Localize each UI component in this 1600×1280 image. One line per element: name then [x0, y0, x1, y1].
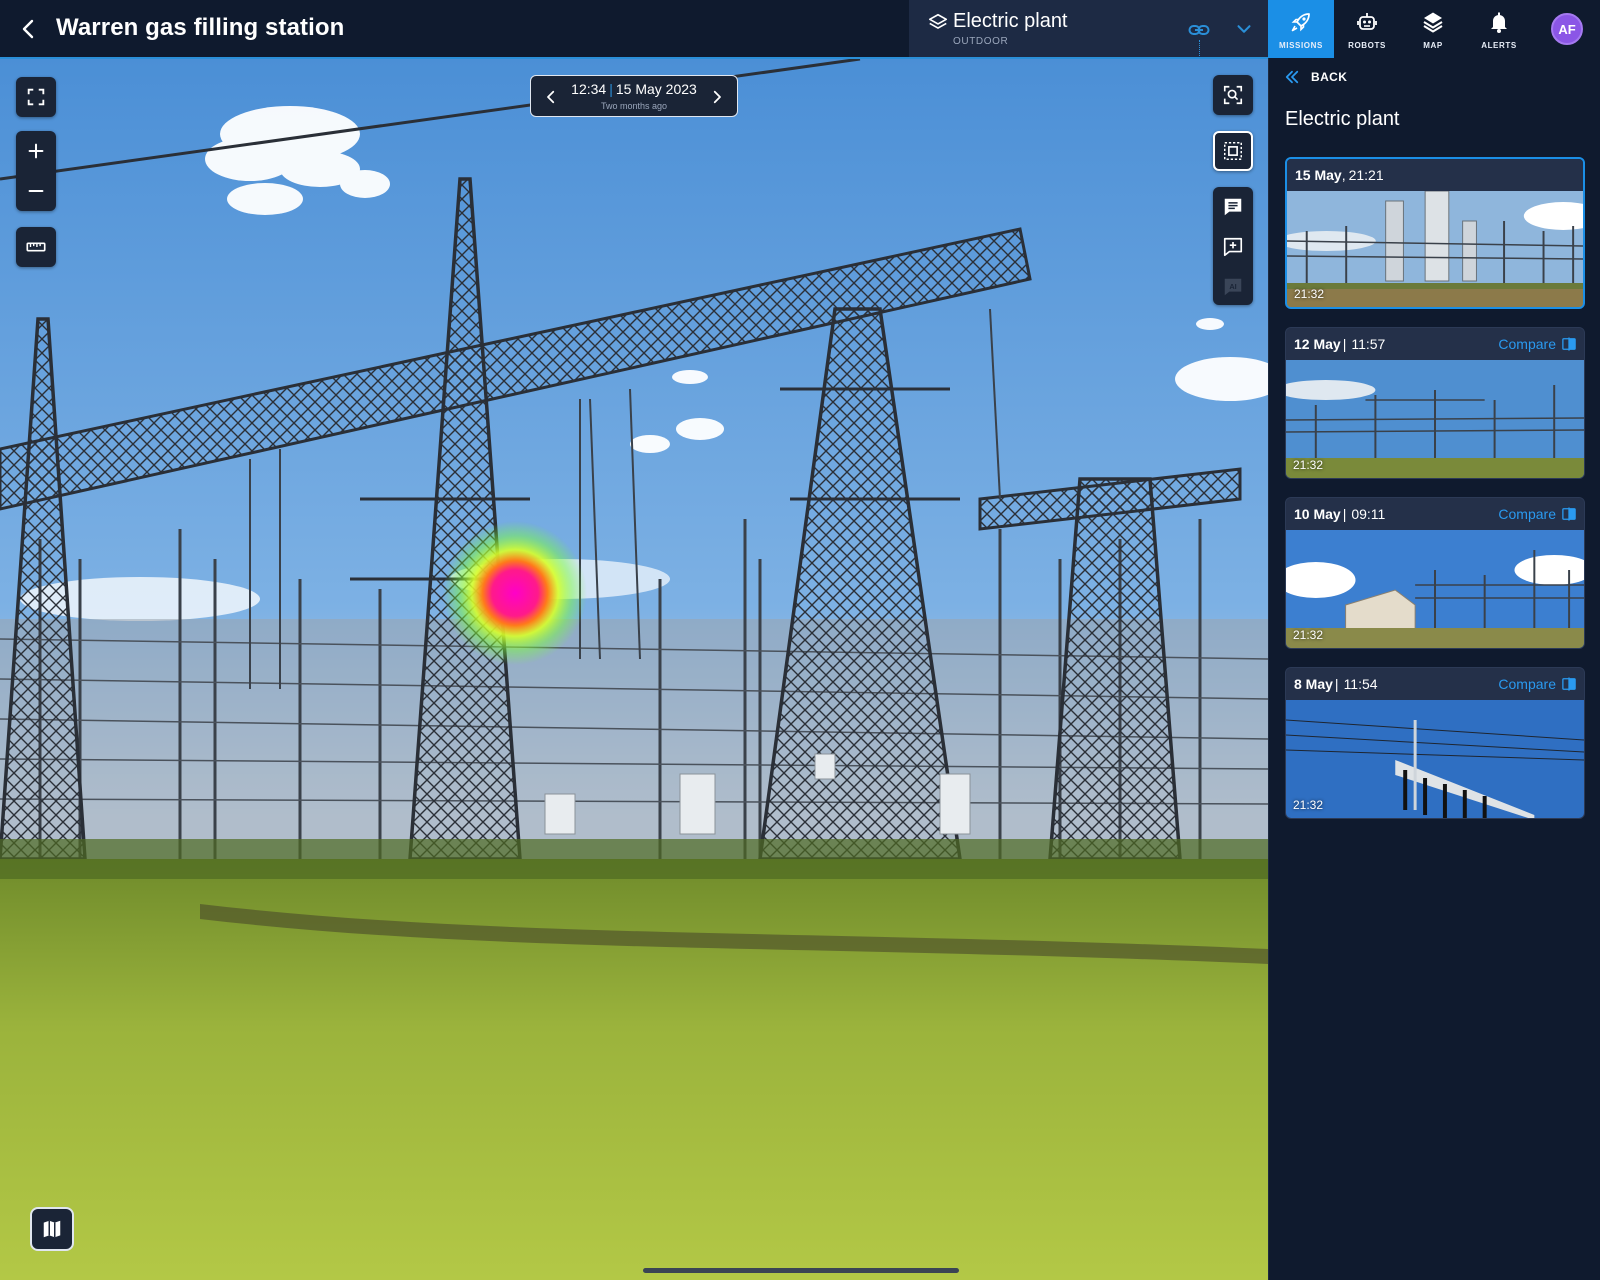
- nav-label: ALERTS: [1481, 41, 1517, 50]
- fullscreen-icon: [27, 88, 45, 106]
- ruler-icon: [26, 242, 46, 252]
- chevron-right-icon: [713, 90, 721, 104]
- card-header: 15 May, 21:21: [1287, 159, 1583, 191]
- focus-search-button[interactable]: [1213, 75, 1253, 115]
- layers-icon: [1423, 12, 1443, 33]
- zoom-controls: [16, 131, 56, 211]
- ai-analysis-button[interactable]: AI: [1213, 267, 1253, 307]
- frame-select-button[interactable]: [1213, 131, 1253, 171]
- panel-title: Electric plant: [1285, 108, 1400, 130]
- nav-label: ROBOTS: [1348, 41, 1386, 50]
- inspection-image[interactable]: [0, 59, 1268, 1280]
- back-button[interactable]: [14, 14, 44, 44]
- card-time: 21:21: [1348, 167, 1384, 183]
- time-separator: |: [609, 81, 613, 97]
- chevron-left-icon: [22, 19, 34, 39]
- frame-select-icon: [1224, 142, 1242, 160]
- ai-icon: AI: [1224, 278, 1242, 296]
- panel-back-label: BACK: [1311, 70, 1348, 84]
- capture-thumbnail: [1287, 191, 1583, 307]
- nav-label: MISSIONS: [1279, 41, 1323, 50]
- zoom-in-button[interactable]: [16, 131, 56, 171]
- layer-selector[interactable]: Electric plant OUTDOOR: [909, 0, 1268, 57]
- zoom-out-icon: [28, 189, 44, 193]
- nav-alerts[interactable]: ALERTS: [1466, 0, 1532, 58]
- card-header: 10 May | 09:11 Compare: [1286, 498, 1584, 530]
- capture-card[interactable]: 12 May | 11:57 Compare 21:32: [1285, 327, 1585, 479]
- compare-label: Compare: [1498, 506, 1556, 522]
- next-capture-button[interactable]: [705, 85, 729, 109]
- top-bar: Warren gas filling station Electric plan…: [0, 0, 1600, 59]
- nav-map[interactable]: MAP: [1400, 0, 1466, 58]
- card-time: 09:11: [1351, 506, 1386, 522]
- compare-button[interactable]: Compare: [1498, 336, 1576, 352]
- capture-date: 15 May 2023: [615, 81, 697, 97]
- double-chevron-left-icon: [1285, 70, 1299, 84]
- layer-type: OUTDOOR: [953, 36, 1009, 47]
- card-date: 15 May: [1295, 167, 1342, 183]
- bell-icon: [1491, 12, 1507, 33]
- minimap-button[interactable]: [30, 1207, 74, 1251]
- time-navigator: 12:34 | 15 May 2023 Two months ago: [530, 75, 738, 117]
- capture-card[interactable]: 10 May | 09:11 Compare 21:32: [1285, 497, 1585, 649]
- card-date: 12 May: [1294, 336, 1341, 352]
- history-panel: BACK Electric plant 15 May, 21:21 21:32 1…: [1268, 58, 1600, 1280]
- compare-icon: [1562, 507, 1576, 521]
- capture-card[interactable]: 15 May, 21:21 21:32: [1285, 157, 1585, 309]
- comments-list-icon: [1224, 198, 1242, 216]
- compare-label: Compare: [1498, 676, 1556, 692]
- nav-robots[interactable]: ROBOTS: [1334, 0, 1400, 58]
- capture-time: 12:34: [571, 81, 607, 97]
- card-separator: ,: [1341, 167, 1346, 183]
- focus-search-icon: [1223, 85, 1243, 105]
- card-thumbnail-time: 21:32: [1293, 458, 1324, 472]
- nav-missions[interactable]: MISSIONS: [1268, 0, 1334, 58]
- add-comment-button[interactable]: [1213, 227, 1253, 267]
- card-time: 11:54: [1343, 676, 1378, 692]
- compare-button[interactable]: Compare: [1498, 676, 1576, 692]
- capture-card[interactable]: 8 May | 11:54 Compare 21:32: [1285, 667, 1585, 819]
- layer-name: Electric plant: [953, 10, 1068, 32]
- add-comment-icon: [1223, 237, 1243, 257]
- capture-thumbnail: [1286, 530, 1584, 648]
- card-separator: |: [1342, 336, 1347, 352]
- card-date: 8 May: [1294, 676, 1333, 692]
- link-icon[interactable]: [1187, 18, 1211, 42]
- measure-button[interactable]: [16, 227, 56, 267]
- zoom-out-button[interactable]: [16, 171, 56, 211]
- capture-thumbnail: [1286, 700, 1584, 818]
- horizontal-scrollbar[interactable]: [643, 1268, 959, 1273]
- compare-icon: [1562, 337, 1576, 351]
- page-title: Warren gas filling station: [56, 14, 345, 41]
- card-separator: |: [1342, 506, 1347, 522]
- comment-tools: AI: [1213, 187, 1253, 305]
- nav-label: MAP: [1423, 41, 1443, 50]
- robot-icon: [1357, 13, 1377, 30]
- layers-icon: [928, 13, 948, 29]
- compare-icon: [1562, 677, 1576, 691]
- capture-thumbnail: [1286, 360, 1584, 478]
- panel-back-button[interactable]: BACK: [1283, 68, 1347, 86]
- card-separator: |: [1334, 676, 1339, 692]
- card-header: 8 May | 11:54 Compare: [1286, 668, 1584, 700]
- compare-button[interactable]: Compare: [1498, 506, 1576, 522]
- card-header: 12 May | 11:57 Compare: [1286, 328, 1584, 360]
- rocket-icon: [1291, 13, 1310, 32]
- comments-list-button[interactable]: [1213, 187, 1253, 227]
- svg-text:AI: AI: [1229, 282, 1236, 291]
- card-thumbnail-time: 21:32: [1294, 287, 1325, 301]
- card-thumbnail-time: 21:32: [1293, 628, 1324, 642]
- card-date: 10 May: [1294, 506, 1341, 522]
- map-icon: [43, 1220, 61, 1238]
- image-viewer[interactable]: 12:34 | 15 May 2023 Two months ago AI: [0, 59, 1268, 1280]
- zoom-in-icon: [28, 143, 44, 159]
- compare-label: Compare: [1498, 336, 1556, 352]
- chevron-down-icon[interactable]: [1233, 18, 1255, 40]
- link-connector: [1199, 40, 1200, 56]
- avatar[interactable]: AF: [1551, 13, 1583, 45]
- card-thumbnail-time: 21:32: [1293, 798, 1324, 812]
- card-time: 11:57: [1351, 336, 1386, 352]
- fullscreen-button[interactable]: [16, 77, 56, 117]
